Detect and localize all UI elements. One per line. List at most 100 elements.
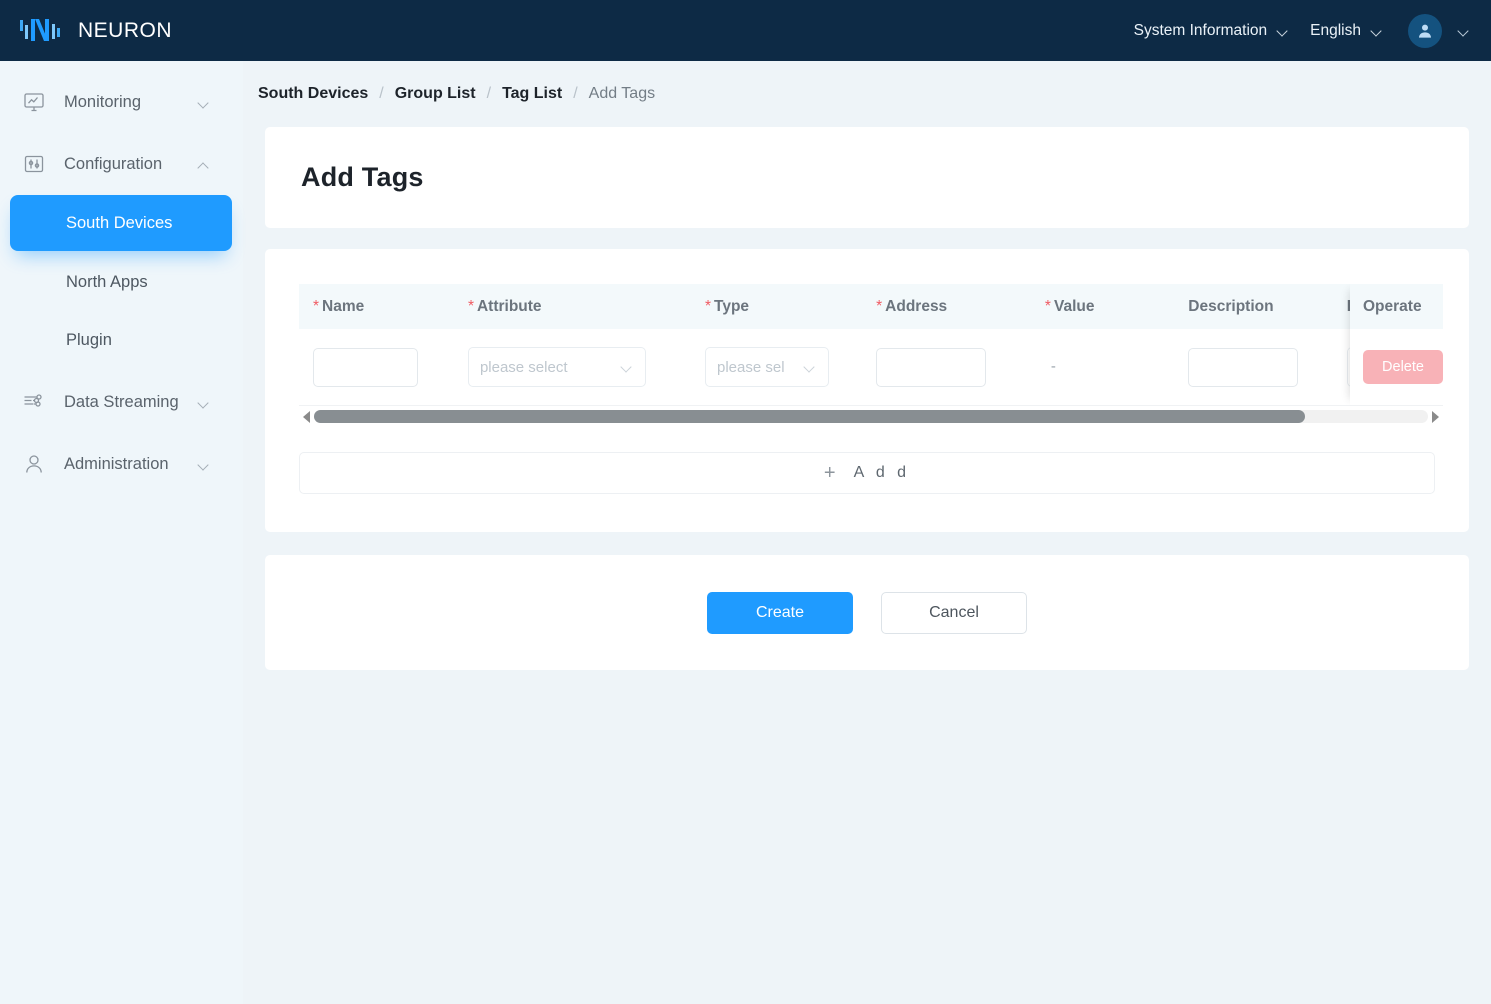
sidebar-item-label: North Apps — [66, 273, 148, 292]
header-right-actions: System Information English — [1124, 0, 1491, 61]
attribute-select-placeholder: please select — [480, 359, 621, 376]
user-icon — [22, 452, 52, 476]
tags-form-card: *Name *Attribute *Type *Address *Value D… — [265, 249, 1469, 532]
breadcrumb-separator: / — [379, 85, 383, 103]
tags-table-scroller: *Name *Attribute *Type *Address *Value D… — [299, 284, 1443, 405]
chevron-down-icon — [1371, 27, 1384, 35]
breadcrumb-item-south-devices[interactable]: South Devices — [258, 85, 368, 103]
horizontal-scrollbar[interactable] — [299, 405, 1443, 427]
add-tag-row-button[interactable]: + A d d — [299, 452, 1435, 494]
sidebar-item-label: Administration — [64, 455, 169, 474]
sidebar-item-label: Plugin — [66, 331, 112, 350]
description-input[interactable] — [1188, 348, 1298, 387]
column-label: Name — [322, 298, 364, 315]
sidebar-item-administration[interactable]: Administration — [0, 433, 243, 495]
attribute-select[interactable]: please select — [468, 347, 646, 387]
tags-table: *Name *Attribute *Type *Address *Value D… — [299, 284, 1443, 405]
table-row: please select please sel — [299, 329, 1443, 405]
fixed-operate-column: Operate Delete — [1350, 284, 1443, 405]
language-label: English — [1310, 22, 1361, 40]
required-asterisk: * — [1045, 298, 1051, 315]
fixed-column-cell-operate: Delete — [1350, 329, 1443, 405]
monitor-chart-icon — [22, 90, 52, 114]
page-title: Add Tags — [301, 162, 424, 193]
scroll-right-arrow-icon[interactable] — [1428, 406, 1443, 428]
required-asterisk: * — [313, 298, 319, 315]
cell-type: please sel — [691, 329, 862, 405]
sidebar-item-plugin[interactable]: Plugin — [0, 313, 243, 367]
sidebar-item-north-apps[interactable]: North Apps — [0, 255, 243, 309]
cell-value: - — [1031, 329, 1174, 405]
chevron-down-icon[interactable] — [198, 455, 211, 474]
brand-name: NEURON — [78, 19, 172, 43]
breadcrumb-separator: / — [573, 85, 577, 103]
chevron-down-icon — [804, 363, 817, 371]
scrollbar-thumb[interactable] — [314, 410, 1305, 423]
breadcrumb-separator: / — [487, 85, 491, 103]
sidebar-item-data-streaming[interactable]: Data Streaming — [0, 371, 243, 433]
column-header-value: *Value — [1031, 284, 1174, 329]
top-header-bar: NEURON System Information English — [0, 0, 1491, 61]
form-actions-card: Create Cancel — [265, 555, 1469, 670]
fixed-column-header-operate: Operate — [1350, 284, 1443, 329]
scroll-left-arrow-icon[interactable] — [299, 406, 314, 428]
sidebar-item-monitoring[interactable]: Monitoring — [0, 71, 243, 133]
tags-table-body: please select please sel — [299, 329, 1443, 405]
column-label: Address — [885, 298, 947, 315]
column-label: Attribute — [477, 298, 542, 315]
sliders-icon — [22, 152, 52, 176]
system-information-label: System Information — [1134, 22, 1268, 40]
sidebar-item-label: Data Streaming — [64, 393, 179, 412]
column-label: Type — [714, 298, 749, 315]
sidebar-item-label: South Devices — [66, 214, 172, 233]
breadcrumb: South Devices / Group List / Tag List / … — [243, 61, 1491, 127]
sidebar-item-label: Configuration — [64, 155, 162, 174]
sidebar-nav: Monitoring Configuration South Devices N… — [0, 71, 243, 495]
user-menu[interactable] — [1394, 14, 1471, 48]
add-button-label: A d d — [854, 464, 910, 482]
chevron-down-icon — [1277, 27, 1290, 35]
tags-table-head: *Name *Attribute *Type *Address *Value D… — [299, 284, 1443, 329]
delete-button[interactable]: Delete — [1363, 350, 1443, 384]
column-header-type: *Type — [691, 284, 862, 329]
data-flow-icon — [22, 390, 52, 414]
column-header-description: Description — [1174, 284, 1332, 329]
type-select-placeholder: please sel — [717, 359, 804, 376]
language-menu[interactable]: English — [1300, 0, 1394, 61]
scrollbar-track[interactable] — [314, 410, 1428, 423]
breadcrumb-item-group-list[interactable]: Group List — [395, 85, 476, 103]
tags-table-wrapper: *Name *Attribute *Type *Address *Value D… — [299, 284, 1435, 427]
column-header-address: *Address — [862, 284, 1031, 329]
main-content: South Devices / Group List / Tag List / … — [243, 61, 1491, 1004]
column-label: Description — [1188, 298, 1273, 315]
cell-name — [299, 329, 454, 405]
chevron-down-icon[interactable] — [1458, 27, 1471, 35]
address-input[interactable] — [876, 348, 986, 387]
sidebar-item-configuration[interactable]: Configuration — [0, 133, 243, 195]
column-header-name: *Name — [299, 284, 454, 329]
chevron-down-icon[interactable] — [198, 393, 211, 412]
avatar — [1408, 14, 1442, 48]
chevron-up-icon[interactable] — [198, 155, 211, 174]
column-label: Value — [1054, 298, 1095, 315]
plus-icon: + — [824, 463, 836, 483]
breadcrumb-item-tag-list[interactable]: Tag List — [502, 85, 562, 103]
cancel-button[interactable]: Cancel — [881, 592, 1027, 634]
page-title-card: Add Tags — [265, 127, 1469, 228]
chevron-down-icon — [621, 363, 634, 371]
cell-attribute: please select — [454, 329, 691, 405]
name-input[interactable] — [313, 348, 418, 387]
chevron-down-icon[interactable] — [198, 93, 211, 112]
value-placeholder-dash: - — [1045, 358, 1056, 375]
required-asterisk: * — [705, 298, 711, 315]
type-select[interactable]: please sel — [705, 347, 829, 387]
system-information-menu[interactable]: System Information — [1124, 0, 1301, 61]
sidebar: Monitoring Configuration South Devices N… — [0, 61, 243, 1004]
breadcrumb-item-add-tags: Add Tags — [589, 85, 655, 103]
brand-logo-area[interactable]: NEURON — [0, 13, 172, 49]
required-asterisk: * — [468, 298, 474, 315]
create-button[interactable]: Create — [707, 592, 853, 634]
cell-description — [1174, 329, 1332, 405]
sidebar-item-south-devices[interactable]: South Devices — [10, 195, 232, 251]
column-header-attribute: *Attribute — [454, 284, 691, 329]
